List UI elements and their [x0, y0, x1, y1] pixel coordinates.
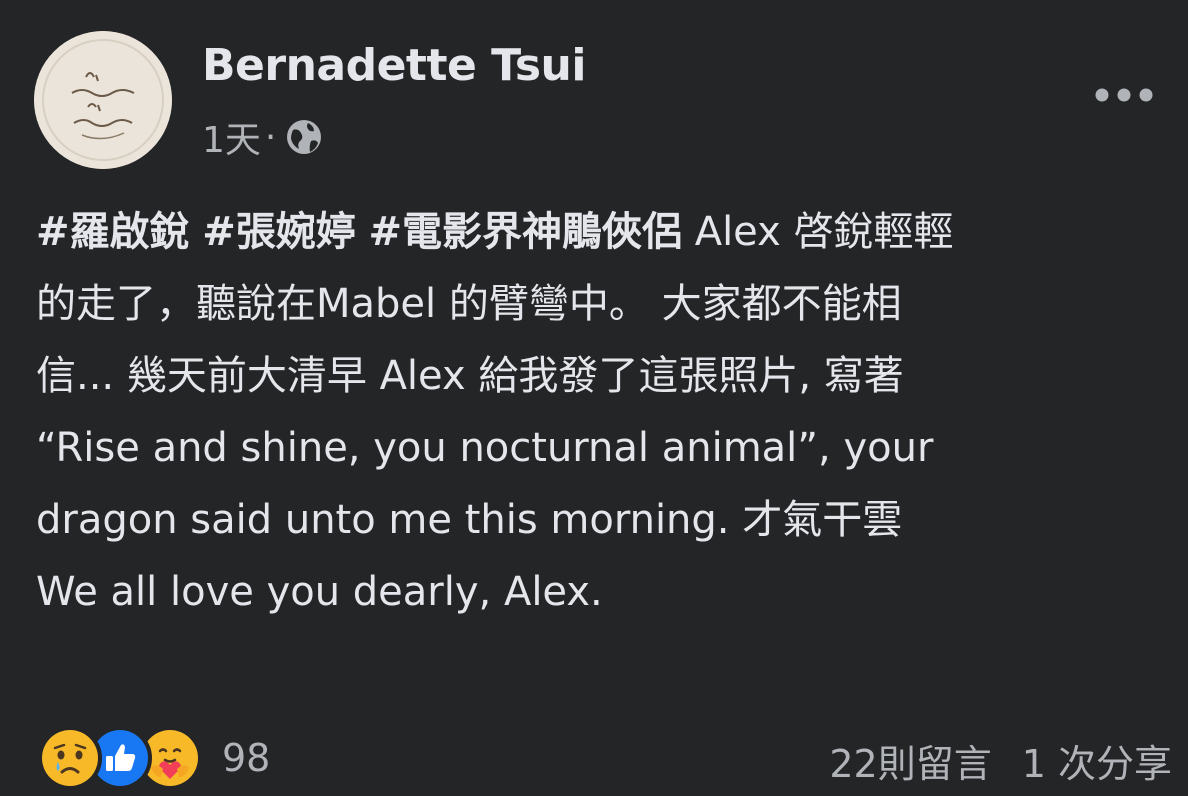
post-line-4: “Rise and shine, you nocturnal animal”, … [36, 425, 934, 471]
engagement-stats: 22則留言 1 次分享 [829, 730, 1172, 790]
post-meta: 1天 · [202, 112, 324, 162]
post-card: Bernadette Tsui 1天 · #羅啟銳 #張婉婷 #電影界神鵰俠侶 … [0, 0, 1188, 796]
hashtag-link[interactable]: #電影界神鵰俠侶 [368, 209, 682, 255]
author-name[interactable]: Bernadette Tsui [202, 40, 586, 91]
reaction-count: 98 [222, 736, 271, 780]
post-body: #羅啟銳 #張婉婷 #電影界神鵰俠侶 Alex 啓銳輕輕 的走了，聽說在Mabe… [36, 196, 1176, 628]
post-timestamp[interactable]: 1天 [202, 111, 261, 163]
hashtag-link[interactable]: #張婉婷 [202, 209, 356, 255]
sad-icon [38, 726, 102, 790]
reactions-summary[interactable]: 98 [38, 726, 270, 790]
shares-count-link[interactable]: 1 次分享 [1022, 733, 1172, 788]
avatar-image [34, 31, 172, 169]
comments-count-link[interactable]: 22則留言 [829, 733, 991, 788]
globe-icon[interactable] [284, 117, 324, 157]
avatar[interactable] [34, 31, 172, 169]
more-options-button[interactable] [1086, 70, 1162, 120]
hashtag-link[interactable]: #羅啟銳 [36, 209, 190, 255]
post-line-6: We all love you dearly, Alex. [36, 569, 603, 615]
post-line-1: #羅啟銳 #張婉婷 #電影界神鵰俠侶 Alex 啓銳輕輕 [36, 196, 1176, 268]
post-line-2: 的走了，聽說在Mabel 的臂彎中。 大家都不能相 [36, 281, 902, 327]
post-text-segment: Alex 啓銳輕輕 [681, 209, 954, 255]
more-options-icon [1095, 88, 1153, 102]
post-line-5: dragon said unto me this morning. 才氣干雲 [36, 497, 903, 543]
post-line-3: 信... 幾天前大清早 Alex 給我發了這張照片, 寫著 [36, 353, 904, 399]
meta-separator: · [264, 116, 277, 158]
